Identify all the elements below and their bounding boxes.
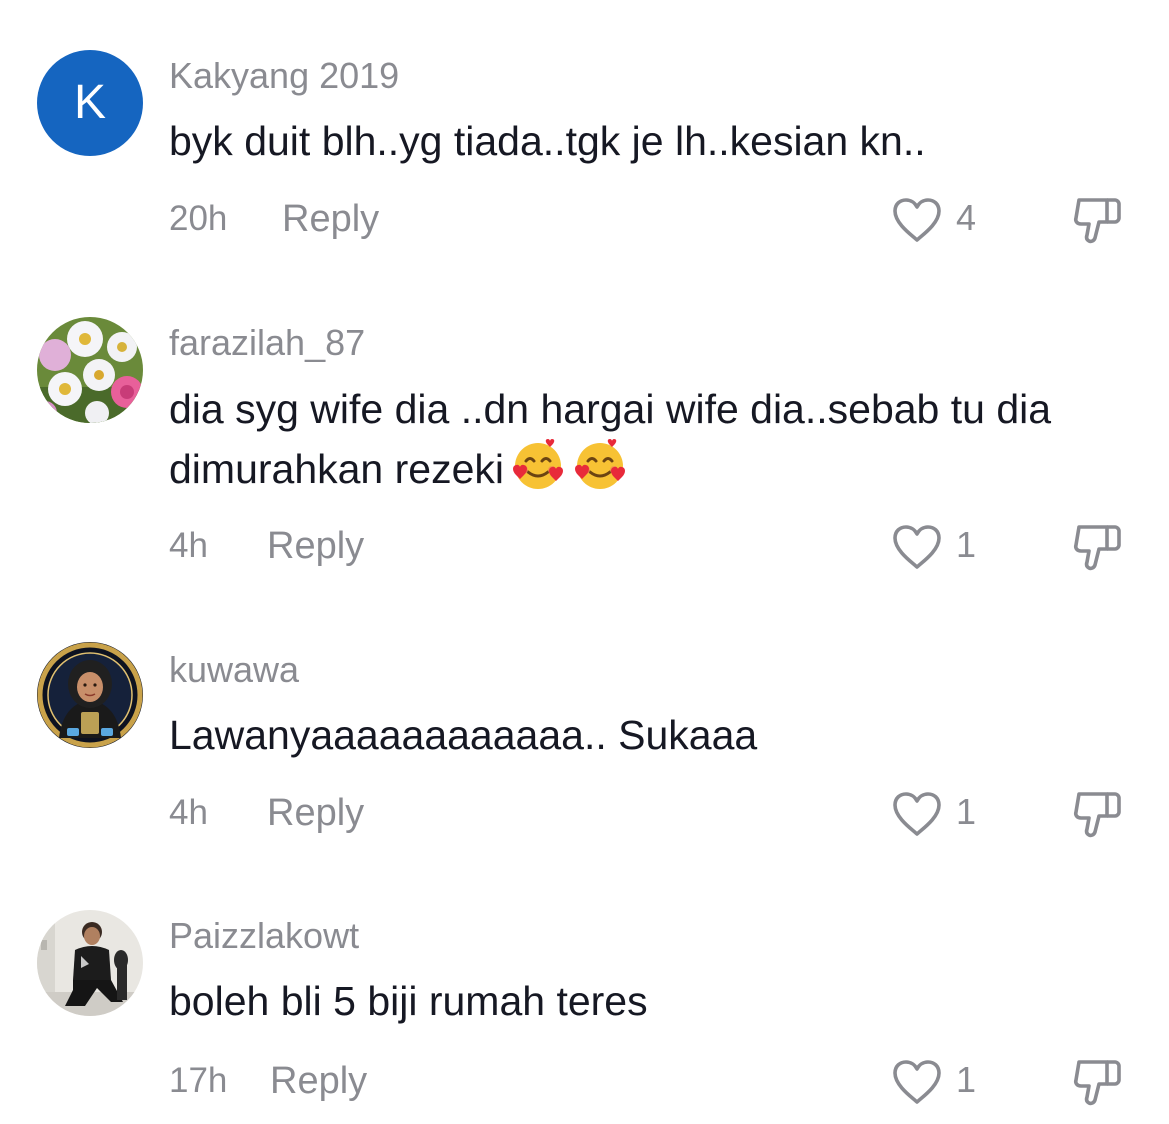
thumbs-down-icon <box>1073 1060 1121 1106</box>
dislike-button[interactable] <box>1071 788 1123 840</box>
comment-text: Lawanyaaaaaaaaaaaa.. Sukaaa <box>169 706 1129 765</box>
reply-button[interactable]: Reply <box>270 1060 367 1103</box>
thumbs-down-icon <box>1073 198 1121 244</box>
username[interactable]: Kakyang 2019 <box>169 55 399 97</box>
hijab-woman-badge-image <box>37 642 143 748</box>
avatar[interactable] <box>37 317 143 423</box>
like-count: 4 <box>956 197 977 238</box>
comment-item: Paizzlakowt boleh bli 5 biji rumah teres… <box>0 860 1169 1124</box>
comment-text: dia syg wife dia ..dn hargai wife dia..s… <box>169 380 1129 507</box>
heart-outline-icon <box>893 198 941 242</box>
like-count: 1 <box>956 791 977 832</box>
dislike-button[interactable] <box>1071 1056 1123 1108</box>
username[interactable]: farazilah_87 <box>169 322 365 364</box>
smiling-face-with-hearts-emoji <box>510 439 566 507</box>
comment-item: K Kakyang 2019 byk duit blh..yg tiada..t… <box>0 0 1169 260</box>
username[interactable]: Paizzlakowt <box>169 915 359 957</box>
comment-item: farazilah_87 dia syg wife dia ..dn harga… <box>0 260 1169 590</box>
dislike-button[interactable] <box>1071 521 1123 573</box>
reply-button[interactable]: Reply <box>267 792 364 835</box>
avatar[interactable] <box>37 910 143 1016</box>
comment-timestamp: 4h <box>169 526 208 565</box>
comment-text: byk duit blh..yg tiada..tgk je lh..kesia… <box>169 112 1129 171</box>
comment-item: kuwawa Lawanyaaaaaaaaaaaa.. Sukaaa 4h Re… <box>0 590 1169 860</box>
like-count: 1 <box>956 524 977 565</box>
like-count: 1 <box>956 1059 977 1100</box>
avatar[interactable]: K <box>37 50 143 156</box>
dislike-button[interactable] <box>1071 194 1123 246</box>
comment-text: boleh bli 5 biji rumah teres <box>169 972 1129 1031</box>
comment-timestamp: 4h <box>169 793 208 832</box>
like-button[interactable]: 4 <box>891 194 981 246</box>
man-sitting-photo-image <box>37 910 143 1016</box>
comment-text-content: Lawanyaaaaaaaaaaaa.. Sukaaa <box>169 712 758 758</box>
like-button[interactable]: 1 <box>891 521 981 573</box>
avatar[interactable] <box>37 642 143 748</box>
thumbs-down-icon <box>1073 525 1121 571</box>
reply-button[interactable]: Reply <box>267 525 364 568</box>
smiling-face-with-hearts-emoji <box>572 439 628 507</box>
like-button[interactable]: 1 <box>891 788 981 840</box>
comment-text-content: byk duit blh..yg tiada..tgk je lh..kesia… <box>169 118 926 164</box>
heart-outline-icon <box>893 792 941 836</box>
thumbs-down-icon <box>1073 792 1121 838</box>
flower-bouquet-image <box>37 317 143 423</box>
heart-outline-icon <box>893 525 941 569</box>
username[interactable]: kuwawa <box>169 649 299 691</box>
comment-timestamp: 20h <box>169 199 228 238</box>
avatar-letter: K <box>73 76 106 129</box>
heart-outline-icon <box>893 1060 941 1104</box>
comment-text-content: boleh bli 5 biji rumah teres <box>169 978 648 1024</box>
like-button[interactable]: 1 <box>891 1056 981 1108</box>
reply-button[interactable]: Reply <box>282 198 379 241</box>
comment-timestamp: 17h <box>169 1061 228 1100</box>
